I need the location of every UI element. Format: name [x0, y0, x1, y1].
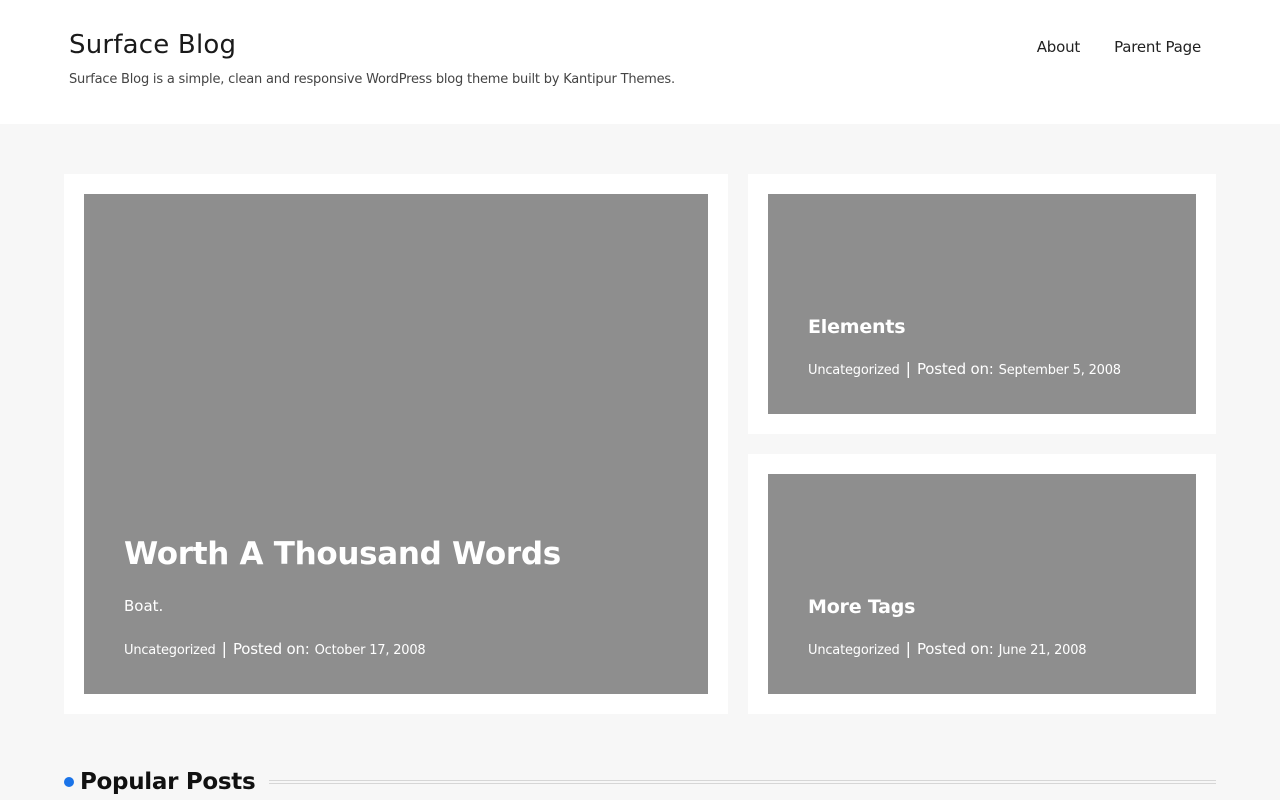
site-header: Surface Blog Surface Blog is a simple, c…: [0, 0, 1280, 124]
popular-posts-header: Popular Posts: [64, 764, 1216, 800]
post-category-link[interactable]: Uncategorized: [808, 363, 900, 378]
featured-post-card: Worth A Thousand Words Boat. Uncategoriz…: [64, 174, 728, 714]
section-divider: [269, 780, 1216, 784]
post-category-link[interactable]: Uncategorized: [808, 643, 900, 658]
post-date-link[interactable]: October 17, 2008: [315, 643, 426, 658]
post-category-link[interactable]: Uncategorized: [124, 643, 216, 658]
meta-separator: |: [905, 359, 911, 378]
side-post-card: More Tags Uncategorized | Posted on: Jun…: [748, 454, 1216, 714]
main-navigation: About Parent Page: [1037, 38, 1201, 56]
posted-on-label: Posted on:: [917, 360, 994, 378]
post-date-link[interactable]: June 21, 2008: [999, 643, 1087, 658]
posted-on-label: Posted on:: [233, 640, 310, 658]
side-post-image[interactable]: Elements Uncategorized | Posted on: Sept…: [768, 194, 1196, 414]
section-title: Popular Posts: [80, 769, 256, 795]
site-title[interactable]: Surface Blog: [69, 30, 236, 60]
post-meta: Uncategorized | Posted on: October 17, 2…: [124, 639, 426, 658]
meta-separator: |: [221, 639, 227, 658]
side-post-image[interactable]: More Tags Uncategorized | Posted on: Jun…: [768, 474, 1196, 694]
nav-item-parent-page[interactable]: Parent Page: [1114, 38, 1201, 56]
side-post-card: Elements Uncategorized | Posted on: Sept…: [748, 174, 1216, 434]
nav-item-about[interactable]: About: [1037, 38, 1081, 56]
meta-separator: |: [905, 639, 911, 658]
bullet-dot-icon: [64, 777, 74, 787]
post-title[interactable]: Elements: [808, 316, 906, 338]
featured-post-image[interactable]: Worth A Thousand Words Boat. Uncategoriz…: [84, 194, 708, 694]
post-title[interactable]: More Tags: [808, 596, 915, 618]
post-date-link[interactable]: September 5, 2008: [999, 363, 1121, 378]
post-excerpt: Boat.: [124, 597, 164, 615]
post-meta: Uncategorized | Posted on: September 5, …: [808, 359, 1121, 378]
post-meta: Uncategorized | Posted on: June 21, 2008: [808, 639, 1087, 658]
post-title[interactable]: Worth A Thousand Words: [124, 536, 561, 572]
site-description: Surface Blog is a simple, clean and resp…: [69, 72, 675, 87]
posted-on-label: Posted on:: [917, 640, 994, 658]
